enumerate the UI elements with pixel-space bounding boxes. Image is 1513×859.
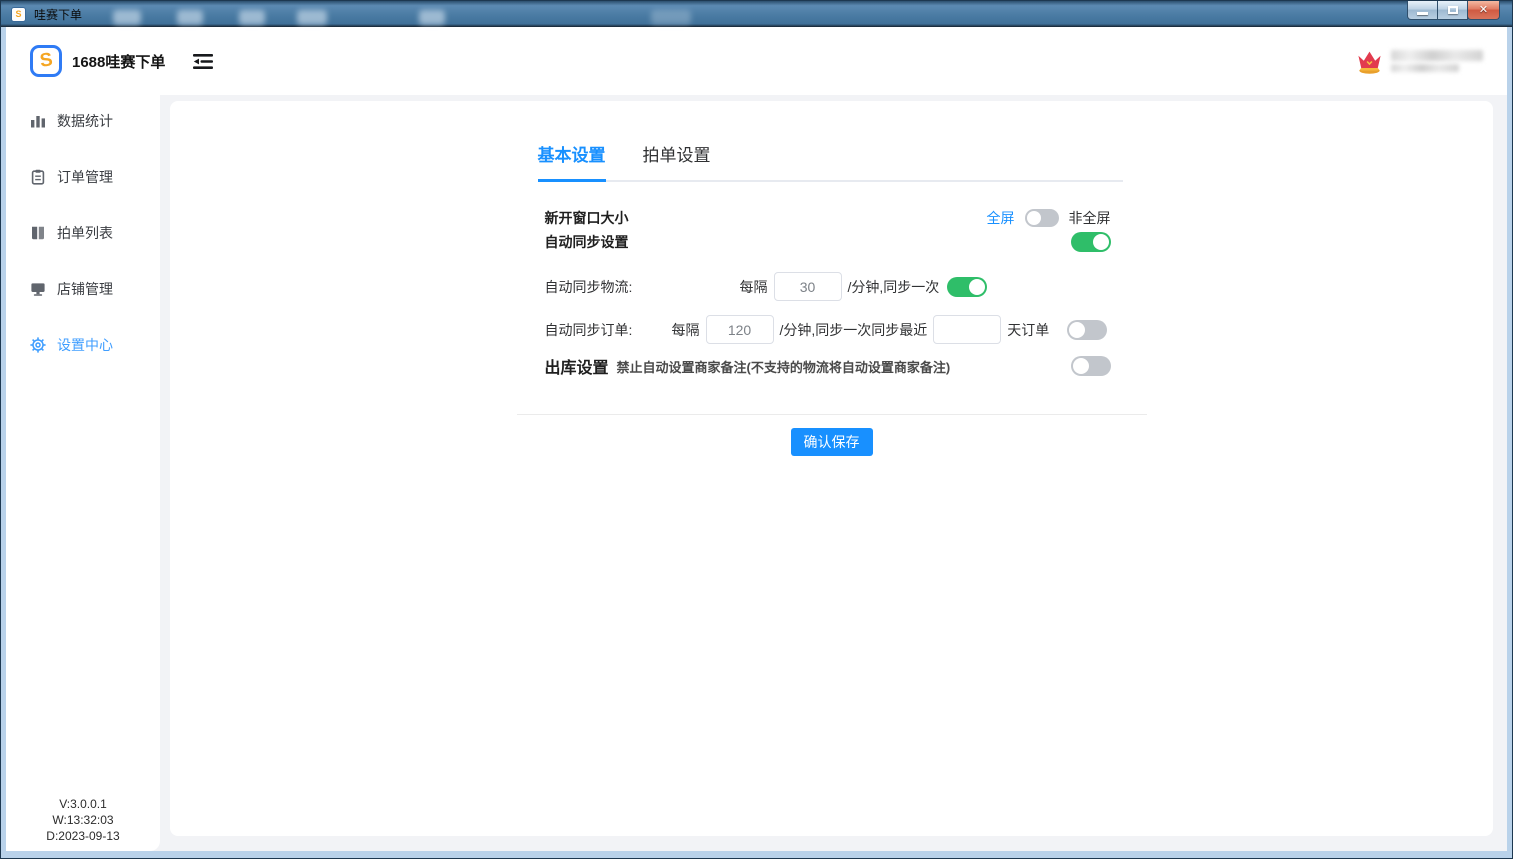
sidebar-item-label: 设置中心	[57, 335, 113, 355]
sidebar-item-label: 店铺管理	[57, 279, 113, 299]
bar-chart-icon	[30, 113, 46, 129]
interval-prefix-label: 每隔	[740, 277, 768, 297]
book-icon	[30, 225, 46, 241]
setting-row-window-size: 新开窗口大小 全屏 非全屏	[517, 206, 1147, 230]
tab-basic-settings[interactable]: 基本设置	[538, 141, 606, 182]
version-date: D:2023-09-13	[6, 828, 160, 844]
setting-row-auto-sync: 自动同步设置	[517, 230, 1147, 254]
save-button[interactable]: 确认保存	[791, 428, 873, 456]
sync-orders-toggle[interactable]	[1067, 320, 1107, 340]
maximize-button[interactable]	[1437, 1, 1468, 20]
minimize-button[interactable]	[1407, 1, 1438, 20]
version-info: V:3.0.0.1 W:13:32:03 D:2023-09-13	[6, 796, 160, 844]
user-account[interactable]	[1356, 48, 1483, 75]
app-icon: S	[11, 7, 26, 22]
fullscreen-option-label: 全屏	[987, 208, 1015, 228]
close-button[interactable]: ✕	[1467, 1, 1500, 20]
version-time: W:13:32:03	[6, 812, 160, 828]
auto-sync-toggle[interactable]	[1071, 232, 1111, 252]
logistics-interval-input[interactable]	[774, 272, 842, 301]
brand-title: 1688哇赛下单	[72, 51, 165, 72]
sidebar: 数据统计 订单管理 拍单列表	[6, 95, 160, 851]
days-unit-label: 天订单	[1007, 320, 1049, 340]
clipboard-icon	[30, 169, 46, 185]
glass-reflection	[177, 10, 203, 25]
app-header: S 1688哇赛下单	[6, 27, 1507, 95]
collapse-menu-icon	[193, 53, 213, 70]
sync-orders-label: 自动同步订单:	[545, 320, 672, 340]
setting-row-sync-logistics: 自动同步物流: 每隔 /分钟,同步一次	[517, 272, 1147, 301]
not-fullscreen-option-label: 非全屏	[1069, 208, 1111, 228]
sync-logistics-label: 自动同步物流:	[545, 277, 740, 297]
collapse-sidebar-button[interactable]	[193, 53, 213, 70]
outbound-toggle[interactable]	[1071, 356, 1111, 376]
form-divider	[517, 414, 1147, 415]
interval-unit-label: /分钟,同步一次	[848, 277, 940, 297]
window-title: 哇赛下单	[34, 6, 82, 23]
sidebar-item-order-management[interactable]: 订单管理	[6, 157, 160, 197]
glass-reflection	[297, 10, 327, 25]
window-size-toggle[interactable]	[1025, 209, 1059, 227]
os-titlebar: S 哇赛下单 ✕	[1, 1, 1512, 27]
vip-crown-icon	[1356, 48, 1383, 75]
outbound-description: 禁止自动设置商家备注(不支持的物流将自动设置商家备注)	[617, 357, 951, 376]
close-icon: ✕	[1479, 5, 1488, 16]
sidebar-item-label: 数据统计	[57, 111, 113, 131]
sidebar-item-order-list[interactable]: 拍单列表	[6, 213, 160, 253]
interval-prefix-label: 每隔	[672, 320, 700, 340]
orders-days-input[interactable]	[933, 315, 1001, 344]
glass-reflection	[419, 10, 445, 25]
settings-tabs: 基本设置 拍单设置	[538, 141, 1123, 182]
setting-row-outbound: 出库设置 禁止自动设置商家备注(不支持的物流将自动设置商家备注)	[517, 354, 1147, 378]
user-name-redacted	[1391, 50, 1483, 72]
glass-reflection	[113, 10, 141, 25]
orders-interval-input[interactable]	[706, 315, 774, 344]
sync-logistics-toggle[interactable]	[947, 277, 987, 297]
glass-reflection	[239, 10, 265, 25]
app-window: S 哇赛下单 ✕ S 1688哇赛下单	[0, 0, 1513, 859]
settings-panel: 基本设置 拍单设置 新开窗口大小 全屏 非全屏	[170, 101, 1493, 836]
auto-sync-label: 自动同步设置	[545, 232, 629, 252]
minimize-icon	[1417, 12, 1428, 15]
sidebar-item-data-stats[interactable]: 数据统计	[6, 101, 160, 141]
setting-row-sync-orders: 自动同步订单: 每隔 /分钟,同步一次同步最近 天订单	[517, 315, 1147, 344]
glass-reflection	[651, 10, 691, 25]
interval-unit-label: /分钟,同步一次同步最近	[780, 320, 928, 340]
sidebar-item-settings-center[interactable]: 设置中心	[6, 325, 160, 365]
main-area: 基本设置 拍单设置 新开窗口大小 全屏 非全屏	[160, 95, 1507, 851]
tab-order-settings[interactable]: 拍单设置	[643, 141, 711, 180]
outbound-label: 出库设置	[545, 354, 609, 378]
maximize-icon	[1448, 6, 1458, 14]
brand-logo-icon: S	[30, 45, 62, 77]
window-size-label: 新开窗口大小	[545, 208, 629, 228]
sidebar-item-label: 拍单列表	[57, 223, 113, 243]
sidebar-item-label: 订单管理	[57, 167, 113, 187]
sidebar-item-shop-management[interactable]: 店铺管理	[6, 269, 160, 309]
version-number: V:3.0.0.1	[6, 796, 160, 812]
gear-icon	[30, 337, 46, 353]
monitor-icon	[30, 281, 46, 297]
